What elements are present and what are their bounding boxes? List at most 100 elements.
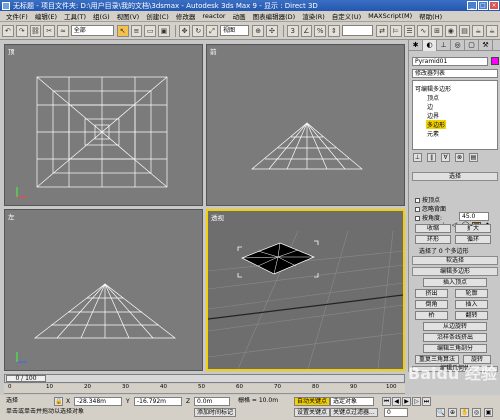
inset-button[interactable]: 插入 [455,300,488,309]
object-color-swatch[interactable] [491,57,499,65]
undo-icon[interactable]: ↶ [2,24,14,37]
maximize-viewport-icon[interactable]: ▣ [484,408,493,417]
zoom-all-icon[interactable]: ⊕ [448,408,457,417]
ring-button[interactable]: 环形 [415,235,451,244]
selected-object-dropdown[interactable]: 选定对象 [330,397,374,406]
viewport-top[interactable]: 顶 [4,44,203,206]
menu-file[interactable]: 文件(F) [6,11,28,21]
current-frame-field[interactable]: 0 [384,408,408,417]
orbit-icon[interactable]: ◎ [472,408,481,417]
remove-modifier-icon[interactable]: ⊗ [455,153,464,162]
select-manipulate-icon[interactable]: ✣ [266,24,278,37]
region-icon[interactable]: ▭ [144,24,157,37]
pivot-icon[interactable]: ⊕ [252,24,265,37]
viewport-label-left[interactable]: 左 [8,211,15,221]
motion-tab-icon[interactable]: ◎ [451,40,465,51]
stack-item-element[interactable]: 元素 [427,129,439,138]
named-selection-dropdown[interactable] [341,25,374,36]
schematic-icon[interactable]: ⊞ [431,24,443,37]
grow-button[interactable]: 扩大 [455,224,491,233]
viewport-label-top[interactable]: 顶 [8,46,15,56]
view-coord-dropdown[interactable]: 视图 [219,25,250,36]
play-icon[interactable]: ▶ [402,397,411,406]
create-tab-icon[interactable]: ✱ [409,40,423,51]
shrink-button[interactable]: 收缩 [415,224,451,233]
window-crossing-icon[interactable]: ▣ [158,24,170,37]
curve-icon[interactable]: ∿ [417,24,430,37]
configure-sets-icon[interactable]: ▤ [469,153,478,162]
track-bar[interactable]: 0 10 20 30 40 50 60 70 80 90 100 [4,384,405,394]
stack-item-editable-poly[interactable]: 可编辑多边形 [415,84,451,93]
stack-item-edge[interactable]: 边 [427,102,433,111]
y-coordinate-field[interactable]: -16.792m [134,397,182,406]
menu-create[interactable]: 创建(C) [146,11,169,21]
by-vertex-checkbox[interactable]: 按顶点 [415,195,440,204]
move-icon[interactable]: ✥ [178,24,191,37]
redo-icon[interactable]: ↷ [15,24,28,37]
time-slider[interactable]: 0 / 100 [4,374,405,383]
unlink-icon[interactable]: ✂ [43,24,55,37]
align-icon[interactable]: ⊨ [389,24,402,37]
menu-reactor[interactable]: reactor [202,12,225,20]
rollout-selection-header[interactable]: 选择 [412,172,498,181]
hierarchy-tab-icon[interactable]: ⊥ [437,40,451,51]
layer-icon[interactable]: ☰ [403,24,416,37]
link-icon[interactable]: ⛓ [29,24,42,37]
extrude-along-spline-button[interactable]: 沿样条线挤出 [423,333,487,342]
menu-help[interactable]: 帮助(H) [419,11,442,21]
edit-triangulation-button[interactable]: 编辑三角剖分 [423,344,487,353]
render-setup-icon[interactable]: ▤ [458,24,471,37]
menu-edit[interactable]: 编辑(E) [35,11,57,21]
bind-icon[interactable]: ≈ [57,24,69,37]
flip-button[interactable]: 翻转 [455,311,488,320]
rollout-soft-selection-header[interactable]: 软选择 [412,256,498,265]
next-frame-icon[interactable]: ▷ [412,397,421,406]
close-icon[interactable]: × [489,1,499,10]
key-filters-button[interactable]: 关键点过滤器... [330,408,378,417]
utilities-tab-icon[interactable]: ⚒ [479,40,493,51]
modify-tab-icon[interactable]: ◐ [423,40,437,51]
angle-snap-icon[interactable]: ∠ [300,24,313,37]
render-icon[interactable]: ☕ [472,24,485,37]
make-unique-icon[interactable]: ∀ [441,153,450,162]
rollout-edit-polygons-header[interactable]: 编辑多边形 [412,267,498,276]
previous-frame-icon[interactable]: ◀ [392,397,401,406]
viewport-front[interactable]: 前 [206,44,405,206]
pan-icon[interactable]: ✋ [460,408,469,417]
snap-icon[interactable]: 3 [286,24,299,37]
menu-maxscript[interactable]: MAXScript(M) [368,12,412,20]
menu-group[interactable]: 组(G) [93,11,110,21]
z-coordinate-field[interactable]: 0.0m [194,397,230,406]
select-icon[interactable]: ↖ [116,24,129,37]
pin-stack-icon[interactable]: ⊥ [413,153,422,162]
modifier-list-dropdown[interactable]: 修改器列表 [412,69,498,78]
zoom-icon[interactable]: 🔍 [436,408,445,417]
display-tab-icon[interactable]: ▢ [465,40,479,51]
bridge-button[interactable]: 桥 [415,311,448,320]
viewport-label-front[interactable]: 前 [210,46,217,56]
menu-views[interactable]: 视图(V) [117,11,140,21]
scale-icon[interactable]: ⤢ [206,24,218,37]
teapot-icon[interactable]: ☕ [486,24,498,37]
percent-snap-icon[interactable]: % [314,24,327,37]
maximize-icon[interactable]: □ [478,1,488,10]
go-to-start-icon[interactable]: ⏮ [382,397,391,406]
ignore-backfacing-checkbox[interactable]: 忽略背面 [415,204,446,213]
viewport-perspective[interactable]: 透视 [206,209,405,371]
angle-value-field[interactable]: 45.0 [459,212,489,221]
extrude-button[interactable]: 挤出 [415,289,448,298]
menu-rendering[interactable]: 渲染(R) [302,11,325,21]
x-coordinate-field[interactable]: -28.348m [74,397,122,406]
object-name-field[interactable]: Pyramid01 [412,57,488,66]
time-slider-thumb[interactable]: 0 / 100 [6,375,46,382]
menu-tools[interactable]: 工具(T) [64,11,86,21]
add-time-tag-button[interactable]: 添加时间标记 [194,408,237,417]
menu-modifiers[interactable]: 修改器 [176,11,196,21]
lock-selection-icon[interactable]: 🔒 [54,397,63,406]
hinge-from-edge-button[interactable]: 从边旋转 [423,322,487,331]
auto-key-button[interactable]: 自动关键点 [294,397,331,406]
viewport-label-perspective[interactable]: 透视 [211,212,224,222]
loop-button[interactable]: 循环 [455,235,491,244]
go-to-end-icon[interactable]: ⏭ [422,397,431,406]
stack-item-border[interactable]: 边界 [427,111,439,120]
